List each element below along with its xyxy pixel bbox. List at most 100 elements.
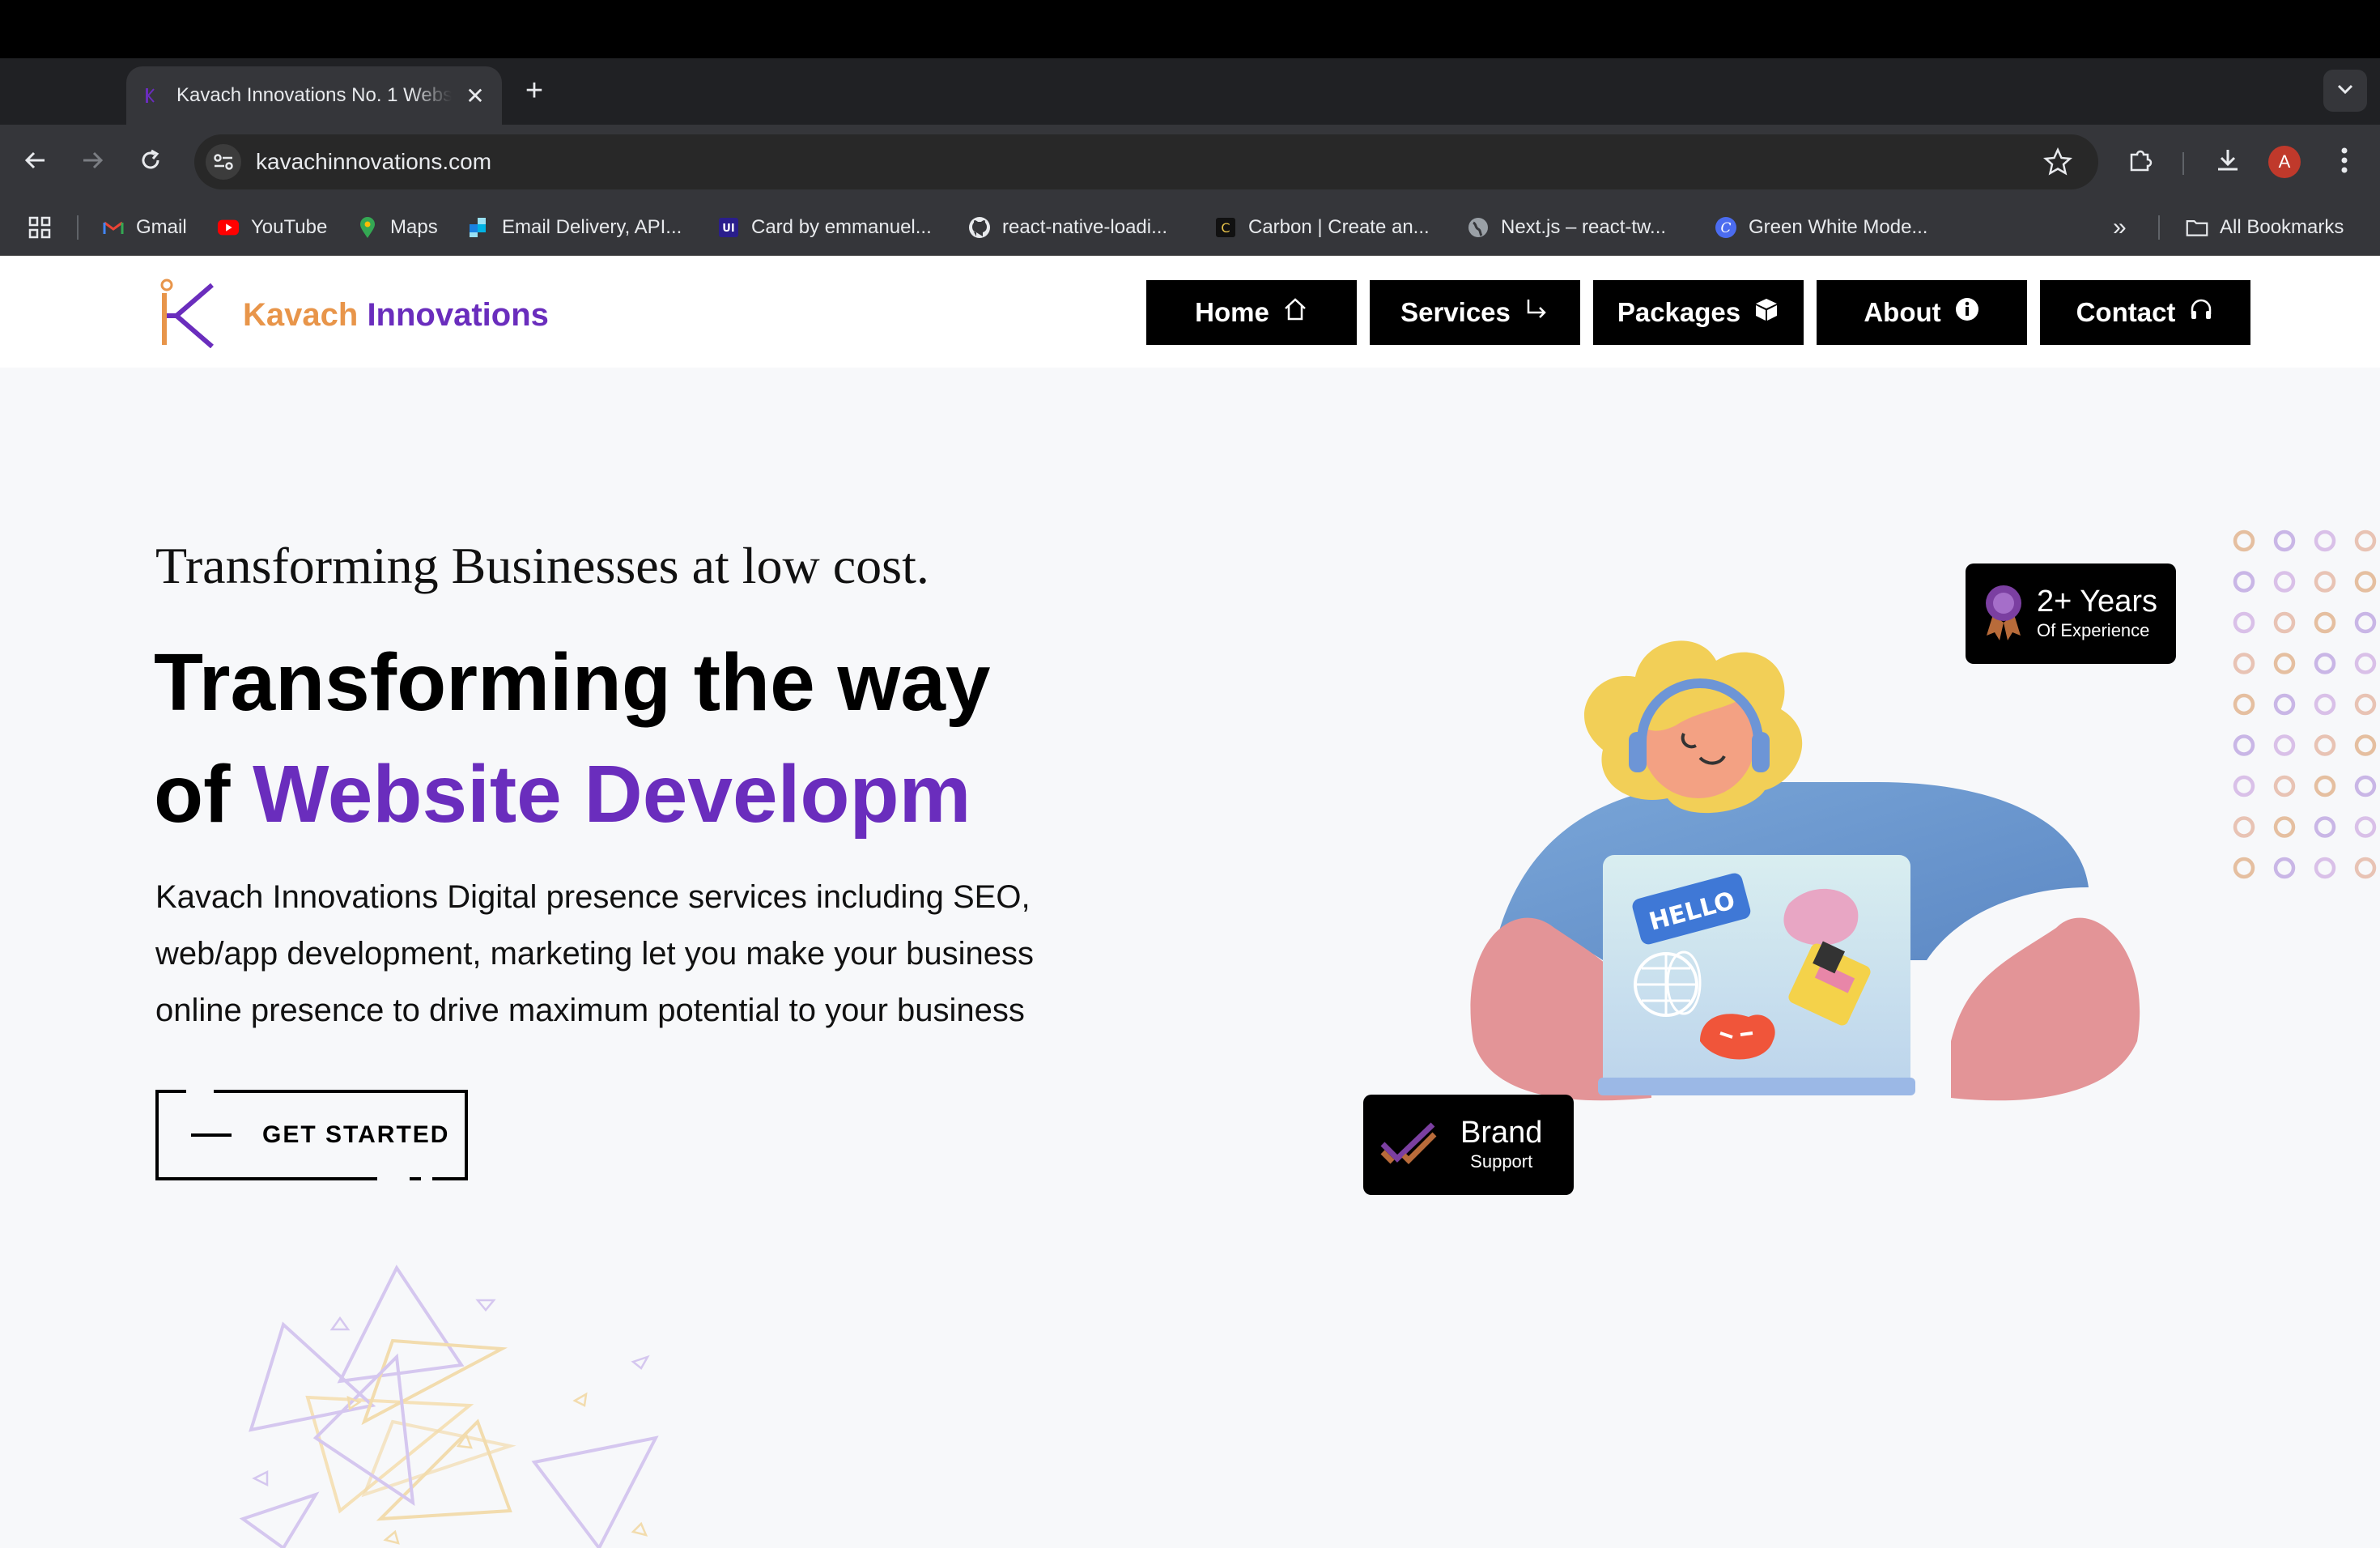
decorative-dot	[2273, 653, 2296, 674]
decorative-dot	[2314, 734, 2336, 756]
badge-years-title: 2+ Years	[2037, 585, 2157, 619]
tab-close-icon[interactable]: ✕	[463, 83, 487, 109]
downloads-button[interactable]	[2208, 142, 2247, 181]
nav-contact[interactable]: Contact	[2040, 280, 2250, 345]
decorative-dot	[2314, 857, 2336, 879]
decorative-dot	[2273, 857, 2296, 879]
hero-title-accent: Website Developm	[253, 749, 971, 840]
decorative-dot	[2233, 857, 2255, 879]
bookmarks-bar: Gmail YouTube Maps Email Delivery, API..…	[0, 199, 2380, 256]
all-bookmarks-button[interactable]: All Bookmarks	[2186, 214, 2344, 241]
site-settings-icon[interactable]	[206, 144, 241, 180]
bookmark-card[interactable]: UI Card by emmanuel...	[717, 214, 932, 241]
site-favicon-icon	[141, 87, 159, 104]
browser-menu-button[interactable]	[2325, 142, 2364, 181]
toolbar-separator	[2182, 152, 2184, 175]
kavach-logo-mark-icon	[154, 279, 219, 352]
headphones-icon	[2188, 296, 2214, 329]
globe-icon	[1467, 216, 1490, 239]
carbon-icon: C	[1214, 216, 1237, 239]
all-bookmarks-label: All Bookmarks	[2220, 216, 2344, 238]
profile-avatar[interactable]: A	[2268, 146, 2301, 178]
hero-title-line2: of Website Developm	[154, 749, 971, 840]
decorative-dot	[2273, 571, 2296, 593]
developer-illustration: HELLO	[1470, 640, 2140, 1101]
tab-strip: Kavach Innovations No. 1 Website Develop…	[0, 58, 2380, 125]
home-icon	[1282, 296, 1308, 329]
cta-border-gap	[377, 1176, 410, 1185]
download-icon	[2214, 147, 2242, 178]
bookmarks-separator	[77, 215, 79, 240]
arrow-right-icon	[80, 148, 104, 176]
svg-text:UI: UI	[722, 223, 734, 235]
svg-text:C: C	[1221, 220, 1230, 236]
url-text[interactable]: kavachinnovations.com	[256, 149, 491, 175]
bookmarks-overflow-button[interactable]: »	[2113, 214, 2127, 241]
bookmark-label: Maps	[390, 216, 438, 238]
box-icon	[1753, 296, 1779, 329]
extensions-button[interactable]	[2121, 142, 2160, 181]
bookmarks-separator	[2158, 215, 2160, 240]
bookmark-label: Gmail	[136, 216, 187, 238]
bookmark-react-native[interactable]: react-native-loadi...	[968, 214, 1167, 241]
get-started-button[interactable]: GET STARTED	[155, 1090, 468, 1180]
apps-icon[interactable]	[28, 214, 52, 241]
double-check-icon	[1379, 1118, 1438, 1172]
decorative-dot	[2354, 653, 2377, 674]
bookmark-star-icon[interactable]	[2042, 146, 2074, 182]
cta-border-gap	[186, 1085, 214, 1095]
uiverse-icon: UI	[717, 216, 740, 239]
reload-icon	[138, 148, 163, 176]
bookmark-label: Carbon | Create an...	[1248, 216, 1430, 238]
reload-button[interactable]	[131, 142, 170, 181]
experience-badge: 2+ Years Of Experience	[1966, 563, 2176, 664]
badge-years-subtitle: Of Experience	[2037, 620, 2150, 640]
decorative-dot	[2233, 775, 2255, 797]
decorative-dot	[2273, 816, 2296, 838]
decorative-dot	[2233, 611, 2255, 634]
tab-search-button[interactable]	[2323, 70, 2367, 112]
bookmark-email-delivery[interactable]: Email Delivery, API...	[468, 214, 682, 241]
address-bar[interactable]: kavachinnovations.com	[194, 134, 2098, 189]
bookmark-gmail[interactable]: Gmail	[102, 214, 187, 241]
decorative-dot	[2233, 816, 2255, 838]
decorative-dot	[2354, 693, 2377, 716]
chevron-down-icon	[2336, 83, 2354, 99]
nav-home[interactable]: Home	[1146, 280, 1357, 345]
nav-about[interactable]: About	[1817, 280, 2027, 345]
decorative-dot	[2233, 529, 2255, 552]
award-ribbon-icon	[1982, 582, 2025, 646]
browser-tab-active[interactable]: Kavach Innovations No. 1 Website Develop…	[126, 66, 502, 125]
decorative-dot	[2314, 816, 2336, 838]
gmail-icon	[102, 216, 125, 239]
forward-button[interactable]	[73, 142, 112, 181]
decorative-dot	[2233, 734, 2255, 756]
nav-packages[interactable]: Packages	[1593, 280, 1804, 345]
info-icon	[1954, 296, 1980, 329]
decorative-dot	[2314, 611, 2336, 634]
decorative-dot	[2233, 693, 2255, 716]
decorative-dot	[2273, 529, 2296, 552]
decorative-dot	[2233, 571, 2255, 593]
kebab-menu-icon	[2340, 147, 2348, 178]
bookmark-maps[interactable]: Maps	[356, 214, 438, 241]
hero-pre-title: Transforming Businesses at low cost.	[155, 537, 929, 594]
bookmark-youtube[interactable]: YouTube	[217, 214, 327, 241]
decorative-dot	[2314, 775, 2336, 797]
bookmark-nextjs[interactable]: Next.js – react-tw...	[1467, 214, 1666, 241]
puzzle-icon	[2127, 147, 2154, 178]
bookmark-label: Green White Mode...	[1749, 216, 1928, 238]
folder-icon	[2186, 216, 2208, 239]
back-button[interactable]	[16, 142, 55, 181]
bookmark-label: react-native-loadi...	[1002, 216, 1168, 238]
hero-description: Kavach Innovations Digital presence serv…	[155, 879, 1035, 1028]
site-logo[interactable]: Kavach Innovations	[154, 279, 549, 352]
nav-services[interactable]: Services	[1370, 280, 1580, 345]
new-tab-button[interactable]: +	[518, 74, 550, 107]
badge-brand-subtitle: Support	[1470, 1151, 1533, 1172]
decorative-dot	[2273, 693, 2296, 716]
brand-support-badge: Brand Support	[1363, 1095, 1574, 1195]
bookmark-carbon[interactable]: C Carbon | Create an...	[1214, 214, 1430, 241]
decorative-dot	[2354, 529, 2377, 552]
bookmark-green-white[interactable]: C Green White Mode...	[1715, 214, 1927, 241]
